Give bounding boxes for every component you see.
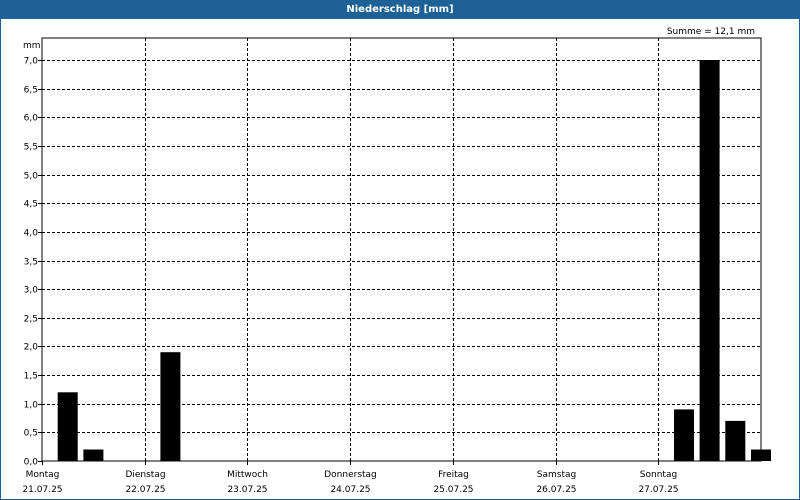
day-date-label: 23.07.25 xyxy=(227,485,267,495)
y-tick-label: 6,0 xyxy=(24,114,39,124)
precip-bar xyxy=(725,420,746,461)
day-weekday-label: Freitag xyxy=(438,470,469,480)
precip-bar xyxy=(674,409,694,461)
precip-bar xyxy=(57,392,78,461)
precip-bar xyxy=(160,352,181,461)
day-weekday-label: Montag xyxy=(26,470,60,480)
y-tick-label: 3,0 xyxy=(24,286,39,296)
y-tick-label: 7,0 xyxy=(24,57,39,67)
y-tick-label: 6,5 xyxy=(24,86,38,96)
day-date-label: 22.07.25 xyxy=(125,485,165,495)
y-tick-label: 2,0 xyxy=(24,343,39,353)
precip-bar xyxy=(699,60,720,461)
y-axis-label: mm xyxy=(23,41,41,51)
axes xyxy=(38,37,762,465)
day-weekday-label: Mittwoch xyxy=(227,470,268,480)
y-tick-label: 0,5 xyxy=(24,429,38,439)
day-date-label: 21.07.25 xyxy=(22,485,62,495)
plot-border xyxy=(41,37,762,462)
day-weekday-label: Donnerstag xyxy=(324,470,377,480)
y-tick-label: 3,5 xyxy=(24,258,38,268)
day-date-label: 26.07.25 xyxy=(536,485,576,495)
day-date-label: 27.07.25 xyxy=(638,485,678,495)
precip-bar xyxy=(83,449,104,461)
y-tick-label: 0,0 xyxy=(24,458,39,468)
grid xyxy=(42,38,761,461)
bars xyxy=(57,60,771,461)
y-tick-label: 2,5 xyxy=(24,315,38,325)
y-tick-label: 5,0 xyxy=(24,172,39,182)
sum-label: Summe = 12,1 mm xyxy=(667,27,755,37)
day-weekday-label: Sonntag xyxy=(640,470,677,480)
day-weekday-label: Dienstag xyxy=(125,470,165,480)
day-date-label: 25.07.25 xyxy=(433,485,473,495)
y-tick-label: 4,0 xyxy=(24,229,39,239)
y-tick-label: 5,5 xyxy=(24,143,38,153)
y-tick-label: 1,5 xyxy=(24,372,38,382)
y-tick-label: 1,0 xyxy=(24,401,39,411)
precipitation-chart: 0,0 0,5 1,0 1,5 2,0 2,5 3,0 3,5 4,0 4,5 5,0 5,5 6,0 6… xyxy=(22,27,771,495)
y-tick-label: 4,5 xyxy=(24,200,38,210)
day-date-label: 24.07.25 xyxy=(330,485,370,495)
day-weekday-label: Samstag xyxy=(537,470,576,480)
